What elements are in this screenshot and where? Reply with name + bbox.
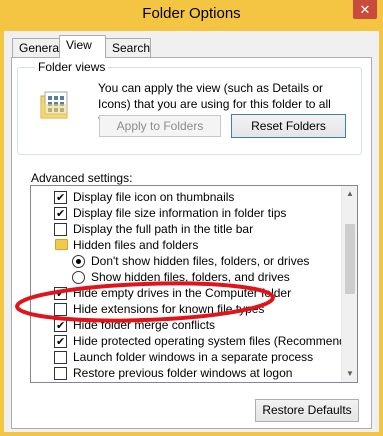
advanced-settings-label: Advanced settings:: [31, 171, 133, 185]
list-item-label: Show hidden files, folders, and drives: [91, 270, 290, 284]
scrollbar-thumb[interactable]: [345, 224, 355, 294]
scroll-up-arrow-icon[interactable]: ▲: [342, 186, 357, 202]
reset-folders-button[interactable]: Reset Folders: [231, 114, 346, 138]
checkbox[interactable]: [54, 223, 67, 236]
advanced-settings-list[interactable]: Display file icon on thumbnails Display …: [30, 185, 358, 383]
checkbox[interactable]: [54, 303, 67, 316]
list-item-label: Hide empty drives in the Computer folder: [73, 286, 292, 300]
list-item-label: Hidden files and folders: [73, 238, 199, 252]
checkbox[interactable]: [54, 206, 67, 222]
tab-view[interactable]: View: [59, 35, 106, 58]
list-item-label: Hide folder merge conflicts: [73, 318, 216, 332]
folder-views-icon: [40, 91, 68, 119]
checkbox[interactable]: [54, 190, 67, 206]
checkbox[interactable]: [54, 367, 67, 380]
checkbox[interactable]: [54, 286, 67, 302]
radio-button[interactable]: [72, 255, 85, 268]
checkbox[interactable]: [54, 351, 67, 364]
list-item-label: Hide protected operating system files (R…: [73, 334, 358, 348]
close-button[interactable]: ✕: [353, 0, 377, 19]
checkbox[interactable]: [54, 318, 67, 334]
folder-views-legend: Folder views: [35, 60, 109, 74]
list-item-label: Display file size information in folder …: [73, 206, 287, 220]
list-item-label: Don't show hidden files, folders, or dri…: [91, 254, 310, 268]
list-item-label: Display the full path in the title bar: [73, 222, 254, 236]
title-bar: Folder Options ✕: [0, 0, 383, 31]
restore-defaults-button[interactable]: Restore Defaults: [255, 399, 359, 422]
tab-general[interactable]: General: [12, 38, 62, 57]
list-item-label: Restore previous folder windows at logon: [73, 366, 293, 380]
list-item-label: Launch folder windows in a separate proc…: [73, 350, 314, 364]
tab-search[interactable]: Search: [105, 38, 151, 57]
radio-button[interactable]: [72, 271, 85, 284]
apply-to-folders-button[interactable]: Apply to Folders: [99, 115, 221, 137]
vertical-scrollbar[interactable]: ▲ ▼: [341, 186, 357, 382]
folder-icon: [55, 239, 68, 250]
checkbox[interactable]: [54, 334, 67, 350]
list-item-label: Hide extensions for known file types: [73, 302, 265, 316]
list-item-label: Display file icon on thumbnails: [73, 190, 235, 204]
scroll-down-arrow-icon[interactable]: ▼: [342, 366, 357, 382]
window-title: Folder Options: [142, 5, 241, 22]
